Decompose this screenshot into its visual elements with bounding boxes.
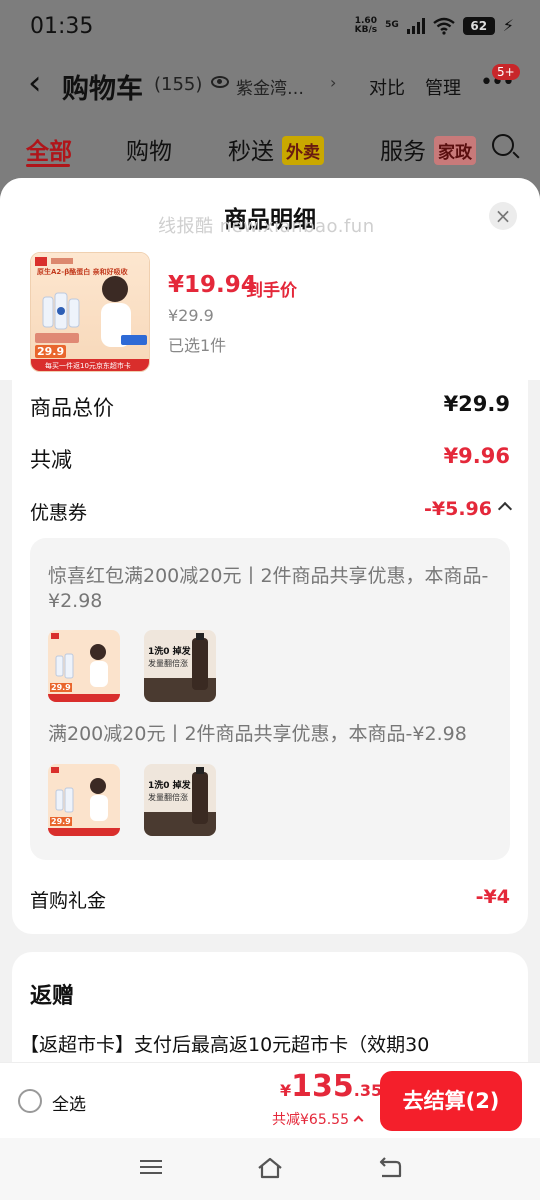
cart-count: (155): [154, 74, 203, 95]
detail-sheet: 商品明细 线报酷 new.xianbao.fun × 原生A2-β酪蛋白 亲和好…: [0, 178, 540, 1200]
first-purchase-gift-value: -¥4: [475, 886, 510, 908]
thumb-shampoo-line1: 1洗0 掉发: [148, 647, 191, 657]
status-icons: 1.60 KB/s 5G 62 ⚡: [355, 16, 514, 35]
total-discount[interactable]: 共减¥65.55: [272, 1109, 364, 1129]
eye-icon: [211, 76, 229, 88]
nav-bar: ‹ 购物车 (155) 紫金湾… › 对比 管理 ••• 5+: [0, 60, 540, 112]
address-selector[interactable]: 紫金湾…: [236, 74, 304, 99]
checkout-button[interactable]: 去结算(2): [380, 1071, 522, 1131]
watermark: 线报酷 new.xianbao.fun: [158, 216, 375, 237]
status-time: 01:35: [30, 14, 94, 39]
original-price: ¥29.9: [168, 306, 214, 325]
battery-icon: 62: [462, 16, 495, 35]
product-image-footer: 每买一件返10元京东超市卡: [45, 362, 131, 370]
coupon-label[interactable]: 优惠券: [30, 498, 87, 525]
tab-miaosong[interactable]: 秒送: [228, 132, 274, 166]
notification-badge: 5+: [492, 64, 520, 80]
coupon-item-2: 满200减20元丨2件商品共享优惠，本商品-¥2.98: [48, 723, 467, 745]
home-icon[interactable]: [256, 1156, 286, 1182]
page-title: 购物车: [62, 74, 143, 105]
product-thumb-milk: 29.9: [48, 630, 120, 702]
tabs-bar: 全部 购物 秒送 外卖 服务 家政: [0, 128, 540, 172]
select-all-label[interactable]: 全选: [52, 1090, 86, 1115]
final-price: ¥19.94: [168, 272, 257, 298]
coupon-breakdown: 惊喜红包满200减20元丨2件商品共享优惠，本商品-¥2.98 29.9 1洗0…: [30, 538, 510, 860]
first-purchase-gift-label: 首购礼金: [30, 890, 107, 912]
recent-apps-icon[interactable]: [136, 1156, 166, 1182]
manage-button[interactable]: 管理: [425, 74, 461, 100]
total-value: ¥29.9: [443, 392, 510, 416]
rebate-text: 【返超市卡】支付后最高返10元超市卡（效期30: [20, 1034, 430, 1056]
thumb-milk-price: 29.9: [50, 683, 72, 692]
product-image-banner: 原生A2-β酪蛋白 亲和好吸收: [37, 268, 128, 276]
chevron-right-icon: ›: [330, 73, 337, 92]
tab-all[interactable]: 全部: [26, 132, 72, 166]
coupon-item-1: 惊喜红包满200减20元丨2件商品共享优惠，本商品-¥2.98: [48, 565, 489, 612]
chevron-up-icon: [353, 1115, 364, 1125]
rebate-title: 返赠: [30, 984, 75, 1009]
wifi-icon: [433, 17, 455, 35]
thumb-shampoo-line1: 1洗0 掉发: [148, 781, 191, 791]
net-speed: 1.60 KB/s: [354, 15, 378, 35]
price-detail-card: 商品总价 ¥29.9 共减 ¥9.96 优惠券 -¥5.96 惊喜红包满200减…: [12, 380, 528, 934]
product-thumb-milk: 29.9: [48, 764, 120, 836]
back-icon[interactable]: ‹: [28, 66, 42, 100]
close-button[interactable]: ×: [489, 202, 517, 230]
coupon-value[interactable]: -¥5.96: [424, 498, 492, 520]
background-page: 01:35 1.60 KB/s 5G 62 ⚡ ‹ 购物车 (155) 紫金湾……: [0, 0, 540, 200]
network-type: 5G: [385, 20, 399, 30]
tab-underline: [26, 164, 70, 167]
select-all-checkbox[interactable]: [18, 1089, 42, 1113]
back-nav-icon[interactable]: [376, 1156, 406, 1182]
tag-housekeeping: 家政: [434, 136, 476, 165]
total-label: 商品总价: [30, 396, 114, 420]
charging-icon: ⚡: [502, 16, 514, 35]
product-thumb-shampoo: 1洗0 掉发 发量翻倍涨: [144, 630, 216, 702]
signal-icon: [406, 17, 425, 34]
tab-service[interactable]: 服务: [380, 132, 426, 166]
tag-takeout: 外卖: [282, 136, 324, 165]
system-nav-bar: [0, 1138, 540, 1200]
total-price: ¥135.35: [280, 1069, 383, 1104]
status-bar: 01:35 1.60 KB/s 5G 62 ⚡: [0, 0, 540, 56]
thumb-shampoo-line2: 发量翻倍涨: [148, 659, 188, 668]
thumb-shampoo-line2: 发量翻倍涨: [148, 793, 188, 802]
tab-shopping[interactable]: 购物: [126, 132, 172, 166]
search-icon[interactable]: [492, 134, 514, 156]
selected-quantity: 已选1件: [168, 336, 227, 355]
product-thumb-shampoo: 1洗0 掉发 发量翻倍涨: [144, 764, 216, 836]
reduce-value: ¥9.96: [443, 444, 510, 468]
reduce-label: 共减: [30, 448, 72, 472]
final-price-label: 到手价: [246, 281, 297, 301]
thumb-milk-price: 29.9: [50, 817, 72, 826]
sheet-header: 商品明细 线报酷 new.xianbao.fun × 原生A2-β酪蛋白 亲和好…: [0, 178, 540, 380]
product-image-price: 29.9: [35, 345, 67, 358]
checkout-bar: 全选 ¥135.35 共减¥65.55 去结算(2): [0, 1062, 540, 1138]
product-image[interactable]: 原生A2-β酪蛋白 亲和好吸收 29.9 每买一件返10元京东超市卡: [30, 252, 150, 372]
compare-button[interactable]: 对比: [369, 74, 405, 100]
chevron-up-icon[interactable]: [497, 501, 513, 517]
